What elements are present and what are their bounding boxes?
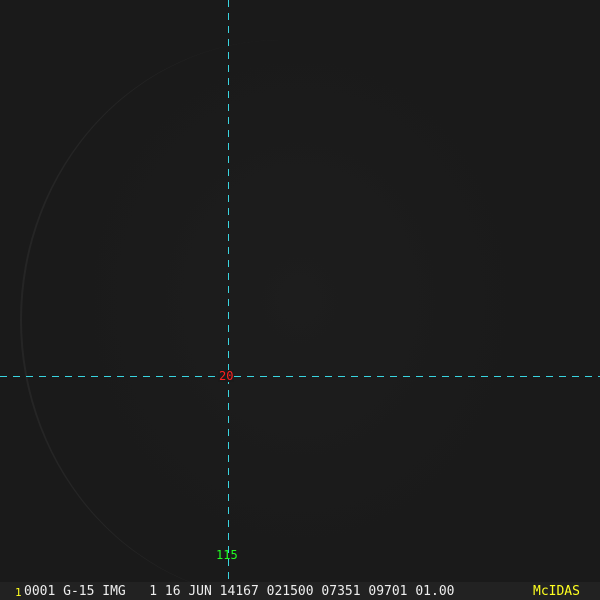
earth-limb: [20, 40, 542, 600]
frame-number: 1: [15, 586, 22, 599]
satellite-image-frame: 20 115 1 0001 G-15 IMG 1 16 JUN 14167 02…: [0, 0, 600, 600]
latitude-label: 20: [218, 369, 235, 383]
image-info: 0001 G-15 IMG 1 16 JUN 14167 021500 0735…: [24, 584, 455, 599]
latitude-line: [0, 376, 600, 377]
longitude-line: [228, 0, 229, 582]
status-bar: 1 0001 G-15 IMG 1 16 JUN 14167 021500 07…: [0, 582, 600, 600]
longitude-label: 115: [216, 548, 238, 562]
mcidas-brand: McIDAS: [533, 584, 580, 599]
